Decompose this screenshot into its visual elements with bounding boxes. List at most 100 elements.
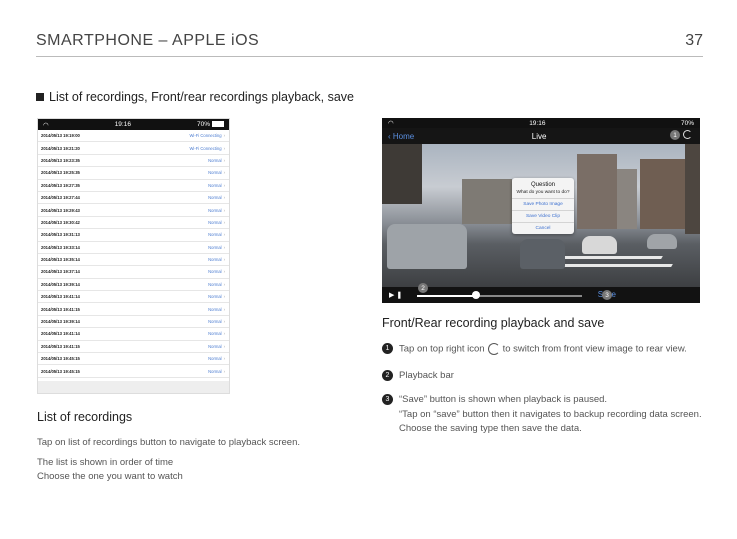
- playback-screenshot: ◠ 19:16 70% ‹ Home Live 1 Question What …: [382, 118, 700, 303]
- chevron-right-icon: ›: [223, 294, 225, 300]
- recording-status: Normal›: [208, 170, 225, 176]
- chevron-right-icon: ›: [223, 182, 225, 188]
- playback-knob[interactable]: [472, 291, 481, 299]
- recording-datetime: 2014/05/13 20:11:57: [41, 393, 80, 394]
- recording-row[interactable]: 2014/05/13 19:23:35 Normal ›: [38, 155, 229, 168]
- recording-status: Normal›: [208, 294, 225, 300]
- road-marking: [551, 256, 663, 259]
- recording-row[interactable]: 2014/05/13 19:19:00 Wi-Fi Connecting ›: [38, 130, 229, 143]
- recording-status: Normal›: [208, 356, 225, 362]
- chevron-right-icon: ›: [223, 331, 225, 337]
- recording-status: Normal›: [208, 368, 225, 374]
- recording-row[interactable]: 2014/05/13 19:21:20 Wi-Fi Connecting ›: [38, 142, 229, 155]
- recording-status: Normal›: [208, 207, 225, 213]
- step-number-3: 3: [382, 394, 393, 405]
- recording-status: Normal›: [208, 157, 225, 163]
- video-frame: Question What do you want to do? Save Ph…: [382, 144, 700, 287]
- status-time: 19:16: [114, 121, 131, 128]
- badge-2: 2: [418, 283, 428, 293]
- home-back-button[interactable]: ‹ Home: [388, 132, 414, 141]
- recording-row[interactable]: 2014/05/13 19:27:35 Normal ›: [38, 180, 229, 192]
- chevron-right-icon: ›: [223, 133, 225, 139]
- step-number-2: 2: [382, 370, 393, 381]
- recording-row[interactable]: 2014/05/13 19:30:42 Normal ›: [38, 217, 229, 230]
- recording-row[interactable]: 2014/05/13 19:41:14 Normal ›: [38, 328, 229, 341]
- dialog-message: What do you want to do?: [516, 190, 570, 195]
- recording-row[interactable]: 2014/05/13 19:39:14 Normal ›: [38, 316, 229, 329]
- recording-row[interactable]: 2014/05/13 19:29:43 Normal ›: [38, 204, 229, 217]
- recording-row[interactable]: 2014/05/13 19:25:35 Normal ›: [38, 167, 229, 180]
- chevron-right-icon: ›: [223, 368, 225, 374]
- recording-row[interactable]: 2014/05/13 19:45:15 Normal ›: [38, 365, 229, 378]
- recording-row[interactable]: 2014/05/13 19:31:13 Normal ›: [38, 229, 229, 242]
- step-3: 3 “Save” button is shown when playback i…: [382, 394, 607, 405]
- recordings-list-screenshot: ◠ 19:16 70% 2014/05/13 19:19:00 Wi-Fi Con…: [37, 118, 230, 394]
- step-1-text: Tap on top right icon to switch from fron…: [399, 343, 687, 355]
- chevron-right-icon: ›: [223, 170, 225, 176]
- recording-status: Normal›: [208, 306, 225, 312]
- step-3-text-c: Choose the saving type then save the dat…: [399, 423, 582, 434]
- playback-title: Front/Rear recording playback and save: [382, 316, 605, 330]
- battery-indicator: 70%: [197, 121, 224, 128]
- save-video-clip-button[interactable]: Save Video Clip: [512, 210, 574, 222]
- recording-status: Normal›: [208, 331, 225, 337]
- recording-row[interactable]: 2014/05/13 19:41:14 Normal ›: [38, 291, 229, 304]
- recording-status: Normal›: [208, 343, 225, 349]
- recording-datetime: 2014/05/13 19:33:14: [41, 244, 80, 250]
- play-pause-icon[interactable]: ▶ ❚: [389, 291, 402, 299]
- recording-datetime: 2014/05/13 19:39:14: [41, 281, 80, 287]
- recording-row[interactable]: 2014/05/13 19:45:15 Normal ›: [38, 353, 229, 366]
- recording-status: Normal›: [208, 182, 225, 188]
- list-caption-line2: The list is shown in order of time: [37, 457, 174, 468]
- cancel-button[interactable]: Cancel: [512, 222, 574, 234]
- step-2-text: Playback bar: [399, 370, 454, 381]
- chevron-right-icon: ›: [224, 393, 225, 394]
- recording-datetime: 2014/05/13 19:41:15: [41, 343, 80, 349]
- car: [647, 234, 677, 249]
- car: [387, 224, 467, 269]
- video-status-bar: ◠ 19:16 70%: [382, 118, 700, 128]
- recording-status: Normal›: [208, 232, 225, 238]
- recording-row[interactable]: 2014/05/13 19:27:44 Normal ›: [38, 192, 229, 205]
- recording-datetime: 2014/05/13 19:35:14: [41, 257, 80, 263]
- recording-status: Wi-Fi Connecting ›: [189, 133, 225, 139]
- recording-datetime: 2014/05/13 19:27:35: [41, 182, 80, 188]
- recording-row[interactable]: 2014/05/13 19:39:14 Normal ›: [38, 279, 229, 292]
- recording-datetime: 2014/05/13 19:31:13: [41, 232, 80, 238]
- video-battery: 70%: [680, 119, 694, 127]
- building: [577, 154, 617, 229]
- recording-status: Normal›: [208, 281, 225, 287]
- list-caption-line1: Tap on list of recordings button to navi…: [37, 437, 300, 448]
- recording-datetime: 2014/05/13 19:41:14: [41, 331, 80, 337]
- chevron-right-icon: ›: [223, 257, 225, 263]
- recording-status: Normal›: [208, 195, 225, 201]
- chevron-right-icon: ›: [223, 356, 225, 362]
- chevron-right-icon: ›: [223, 207, 225, 213]
- list-caption-line3: Choose the one you want to watch: [37, 471, 183, 482]
- recording-row[interactable]: 2014/05/13 19:35:14 Normal ›: [38, 254, 229, 267]
- save-photo-image-button[interactable]: Save Photo Image: [512, 198, 574, 210]
- recording-row[interactable]: 2014/05/13 19:37:14 Normal ›: [38, 266, 229, 279]
- page-number: 37: [685, 32, 703, 49]
- list-caption-title: List of recordings: [37, 410, 133, 424]
- chevron-right-icon: ›: [223, 145, 225, 151]
- chevron-right-icon: ›: [223, 244, 225, 250]
- section-heading: List of recordings, Front/rear recording…: [36, 90, 354, 104]
- chevron-right-icon: ›: [223, 219, 225, 225]
- step-1: 1 Tap on top right icon to switch from fr…: [382, 343, 687, 355]
- recording-datetime: 2014/05/13 19:41:14: [41, 294, 80, 300]
- recording-row[interactable]: 2014/05/13 19:33:14 Normal ›: [38, 242, 229, 254]
- recording-row[interactable]: 2014/05/13 19:41:15 Normal ›: [38, 341, 229, 354]
- bullet-square-icon: [36, 93, 44, 101]
- building: [462, 179, 512, 224]
- page-header-title: SMARTPHONE – APPLE iOS: [36, 32, 260, 49]
- switch-camera-icon[interactable]: [683, 130, 692, 139]
- recording-status: Normal›: [208, 269, 225, 275]
- recording-datetime: 2014/05/13 19:30:42: [41, 219, 80, 225]
- step-2: 2 Playback bar: [382, 370, 454, 381]
- playback-bar-fill: [417, 295, 477, 297]
- recording-datetime: 2014/05/13 19:41:15: [41, 306, 80, 312]
- recording-datetime: 2014/05/13 19:25:35: [41, 170, 80, 176]
- recording-row[interactable]: 2014/05/13 19:41:15 Normal ›: [38, 303, 229, 316]
- header-rule: [36, 56, 703, 57]
